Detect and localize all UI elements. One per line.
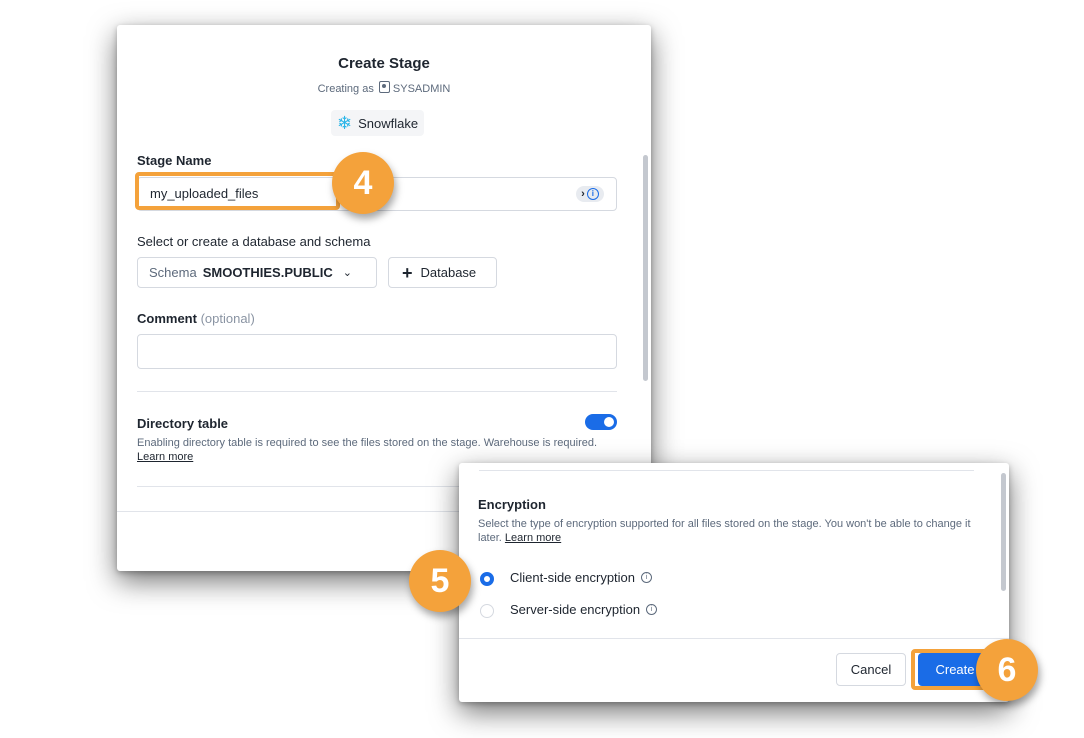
divider (137, 391, 617, 392)
database-schema-label: Select or create a database and schema (137, 234, 371, 249)
info-icon[interactable]: i (641, 572, 653, 583)
encryption-label: Encryption (478, 497, 546, 512)
footer-divider (459, 638, 1009, 639)
panel-scrollbar[interactable] (1001, 473, 1006, 591)
directory-table-description: Enabling directory table is required to … (137, 436, 607, 464)
step5-badge: 5 (409, 550, 471, 612)
server-side-label: Server-side encryption (510, 602, 641, 617)
directory-table-toggle[interactable] (585, 414, 617, 430)
dialog-title: Create Stage (338, 55, 430, 72)
stage-name-label: Stage Name (137, 153, 212, 168)
chevron-right-icon: › (581, 188, 585, 200)
encryption-learn-more-link[interactable]: Learn more (505, 532, 561, 544)
client-side-radio[interactable] (480, 572, 494, 586)
directory-table-desc-text: Enabling directory table is required to … (137, 437, 598, 449)
comment-optional: (optional) (200, 311, 255, 326)
step6-badge: 6 (976, 639, 1038, 701)
add-database-label: Database (420, 265, 477, 280)
plus-icon: + (402, 262, 413, 283)
schema-key: Schema (149, 265, 197, 280)
snowflake-logo-icon: ❄ (337, 113, 353, 133)
add-database-button[interactable]: + Database (388, 257, 497, 288)
creating-as-prefix: Creating as (317, 83, 374, 95)
server-side-radio[interactable] (480, 604, 494, 618)
info-icon: i (586, 188, 599, 200)
schema-value: SMOOTHIES.PUBLIC (202, 265, 333, 280)
server-side-option[interactable]: Server-side encryption i (510, 602, 658, 617)
directory-learn-more-link[interactable]: Learn more (137, 451, 193, 463)
schema-selector[interactable]: Schema SMOOTHIES.PUBLIC ⌄ (137, 257, 377, 288)
cancel-button[interactable]: Cancel (836, 653, 906, 686)
comment-label-text: Comment (137, 311, 197, 326)
encryption-description: Select the type of encryption supported … (478, 517, 978, 545)
client-side-option[interactable]: Client-side encryption i (510, 570, 653, 585)
step4-highlight (135, 172, 340, 210)
chevron-down-icon: ⌄ (342, 267, 352, 279)
source-label: Snowflake (358, 115, 419, 131)
divider (479, 470, 974, 471)
dialog-scrollbar[interactable] (643, 155, 648, 381)
comment-input[interactable] (137, 334, 617, 369)
client-side-label: Client-side encryption (510, 570, 636, 585)
creating-as-text: Creating as SYSADMIN (117, 81, 651, 95)
comment-label: Comment (optional) (137, 311, 255, 326)
info-icon[interactable]: i (646, 604, 658, 615)
role-name: SYSADMIN (392, 83, 451, 95)
arrow-info-icon[interactable]: › i (576, 186, 604, 202)
role-icon (378, 81, 390, 93)
directory-table-label: Directory table (137, 416, 229, 431)
source-pill: ❄ Snowflake (331, 110, 425, 136)
step4-badge: 4 (332, 152, 394, 214)
